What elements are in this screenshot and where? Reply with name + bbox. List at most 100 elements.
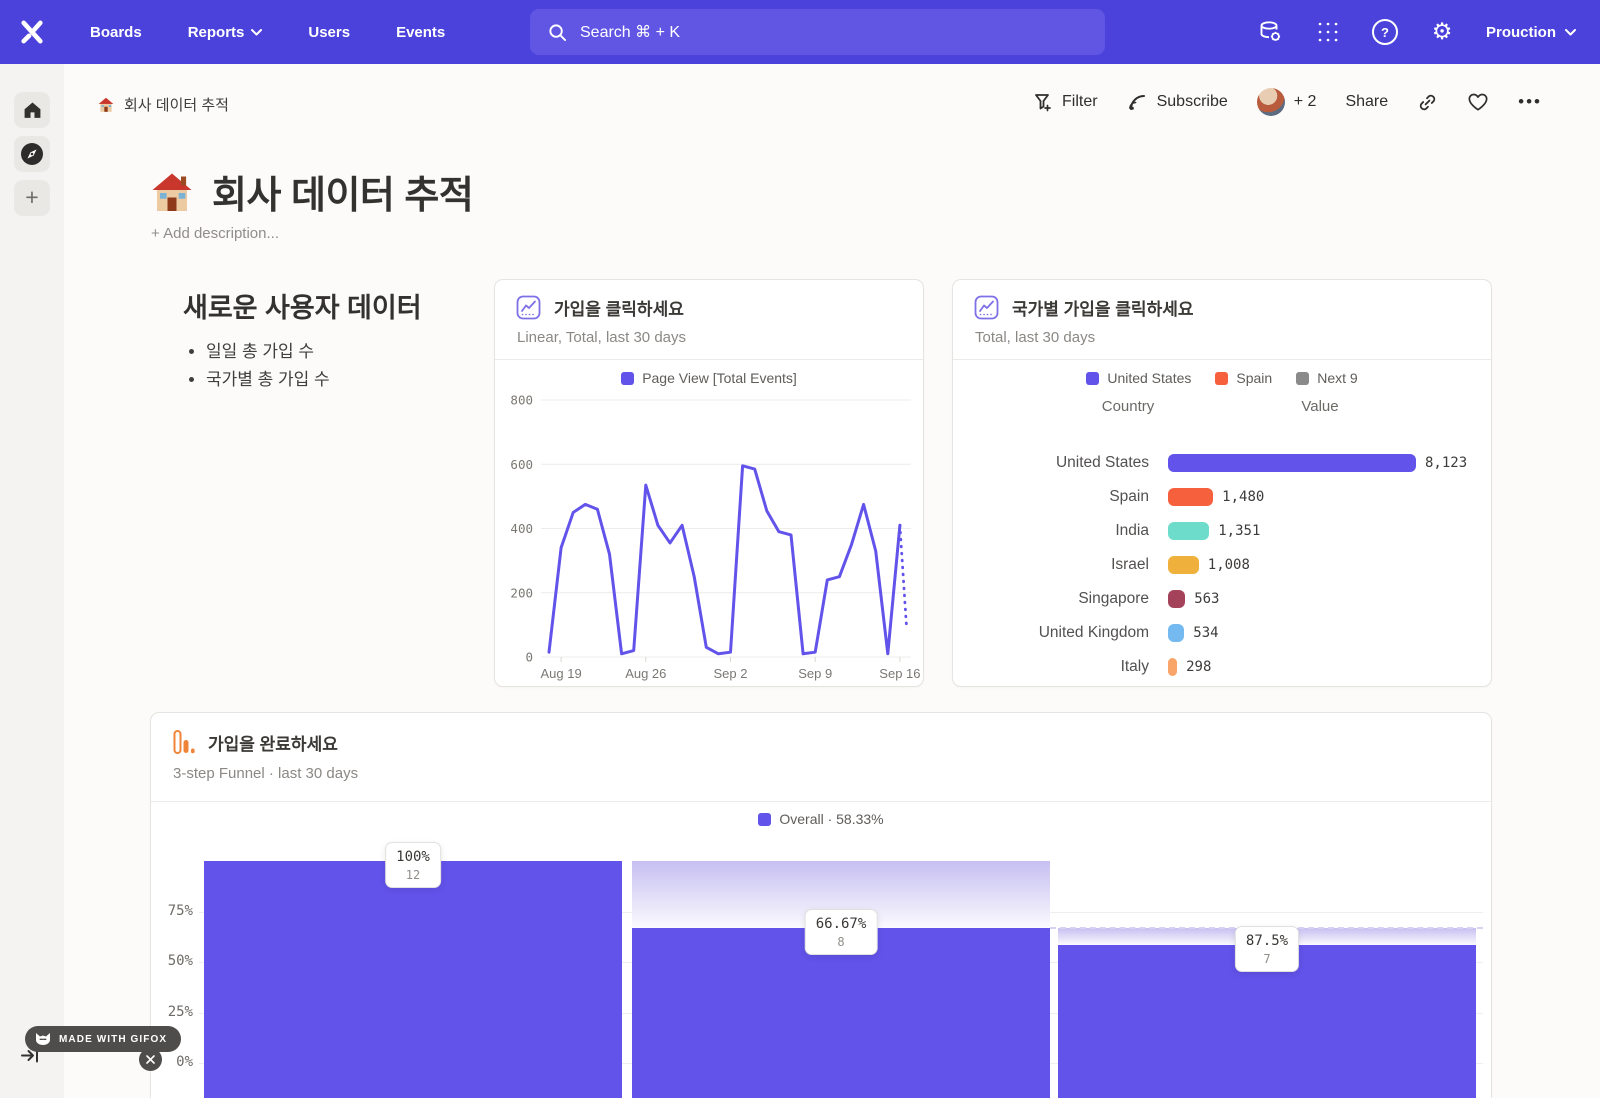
page-title[interactable]: 회사 데이터 추적 xyxy=(212,164,473,219)
text-card-heading: 새로운 사용자 데이터 xyxy=(183,286,422,325)
collaborators[interactable]: + 2 xyxy=(1257,88,1317,116)
copy-link-button[interactable] xyxy=(1417,92,1438,113)
help-icon[interactable]: ? xyxy=(1372,19,1398,45)
nav-item-users[interactable]: Users xyxy=(308,24,350,41)
country-label: Israel xyxy=(953,556,1168,574)
share-label: Share xyxy=(1345,93,1388,111)
funnel-plot[interactable]: 0%25%50%75%100%1266.67%887.5%7 xyxy=(151,833,1491,1098)
value-bar[interactable] xyxy=(1168,590,1185,608)
subscribe-label: Subscribe xyxy=(1157,93,1228,111)
card-header: 가입을 클릭하세요 xyxy=(516,295,684,320)
settings-gear-icon[interactable]: ⚙ xyxy=(1429,19,1455,45)
table-row[interactable]: Singapore 563 xyxy=(953,582,1491,616)
table-row[interactable]: Spain1,480 xyxy=(953,480,1491,514)
funnel-chart-card[interactable]: 가입을 완료하세요 3-step Funnel · last 30 days O… xyxy=(150,712,1492,1098)
bullet-item: 일일 총 가입 수 xyxy=(206,338,330,366)
search-input[interactable]: Search ⌘ + K xyxy=(530,9,1105,55)
gifox-badge[interactable]: MADE WITH GIFOX xyxy=(25,1026,181,1052)
add-description-button[interactable]: + Add description... xyxy=(151,225,279,242)
filter-button[interactable]: Filter xyxy=(1033,92,1098,112)
favorite-button[interactable] xyxy=(1467,92,1489,112)
sidebar-add-button[interactable]: + xyxy=(14,180,50,216)
country-label: Italy xyxy=(953,658,1168,676)
divider xyxy=(495,359,923,360)
legend-label: Spain xyxy=(1236,370,1272,386)
nav-item-boards[interactable]: Boards xyxy=(90,24,142,41)
heart-icon xyxy=(1467,92,1489,112)
legend-item[interactable]: Overall · 58.33% xyxy=(758,811,883,827)
legend-swatch xyxy=(1296,372,1309,385)
divider xyxy=(151,801,1491,802)
project-switcher[interactable]: Prouction xyxy=(1486,24,1576,41)
card-title: 가입을 완료하세요 xyxy=(208,730,338,755)
close-icon xyxy=(146,1055,155,1064)
value-bar[interactable] xyxy=(1168,556,1199,574)
page-title-row: 회사 데이터 추적 xyxy=(148,164,473,219)
legend-swatch xyxy=(758,813,771,826)
breadcrumb[interactable]: 회사 데이터 추적 xyxy=(97,94,229,115)
line-chart-plot[interactable]: 0200400600800Aug 19Aug 26Sep 2Sep 9Sep 1… xyxy=(495,380,923,686)
left-sidebar: + xyxy=(0,64,64,1098)
y-axis-label: 800 xyxy=(510,393,533,408)
data-management-icon[interactable] xyxy=(1258,19,1284,45)
funnel-count: 7 xyxy=(1246,952,1288,966)
value-bar[interactable] xyxy=(1168,454,1416,472)
column-header-country: Country xyxy=(1053,398,1203,415)
apps-grid-icon[interactable] xyxy=(1315,19,1341,45)
search-icon xyxy=(548,23,567,42)
filter-funnel-icon xyxy=(1033,92,1053,112)
table-row[interactable]: Italy298 xyxy=(953,650,1491,684)
country-label: United States xyxy=(953,454,1168,472)
value-bar[interactable] xyxy=(1168,658,1177,676)
value-bar[interactable] xyxy=(1168,624,1184,642)
chevron-down-icon xyxy=(251,29,262,36)
nav-item-events[interactable]: Events xyxy=(396,24,445,41)
country-label: Singapore xyxy=(953,590,1168,608)
table-row[interactable]: United Kingdom534 xyxy=(953,616,1491,650)
value-text: 8,123 xyxy=(1425,455,1467,471)
table-row[interactable]: United States 8,123 xyxy=(953,446,1491,480)
legend-swatch xyxy=(1086,372,1099,385)
line-chart-card[interactable]: 가입을 클릭하세요 Linear, Total, last 30 days Pa… xyxy=(494,279,924,687)
bullet-item: 국가별 총 가입 수 xyxy=(206,366,330,394)
bar-chart-card[interactable]: 국가별 가입을 클릭하세요 Total, last 30 days United… xyxy=(952,279,1492,687)
subscribe-button[interactable]: Subscribe xyxy=(1127,92,1228,113)
line-series[interactable] xyxy=(549,466,900,654)
divider xyxy=(953,359,1491,360)
legend-item[interactable]: Next 9 xyxy=(1296,370,1357,386)
value-bar[interactable] xyxy=(1168,488,1213,506)
funnel-bar[interactable] xyxy=(204,861,622,1098)
incomplete-period-dotted-line xyxy=(900,525,907,625)
legend-item[interactable]: Spain xyxy=(1215,370,1272,386)
nav-label: Events xyxy=(396,24,445,41)
mixpanel-logo-icon xyxy=(17,17,47,47)
country-label: United Kingdom xyxy=(953,624,1168,642)
value-bar[interactable] xyxy=(1168,522,1209,540)
legend-item[interactable]: United States xyxy=(1086,370,1191,386)
collaborators-count: + 2 xyxy=(1294,93,1317,111)
more-options-button[interactable]: ••• xyxy=(1518,92,1542,112)
gear-glyph: ⚙ xyxy=(1432,21,1453,44)
table-row[interactable]: India1,351 xyxy=(953,514,1491,548)
card-subtitle: Linear, Total, last 30 days xyxy=(517,329,686,346)
funnel-count: 12 xyxy=(396,868,430,882)
y-axis-label: 600 xyxy=(510,457,533,472)
nav-label: Boards xyxy=(90,24,142,41)
country-label: Spain xyxy=(953,488,1168,506)
table-row[interactable]: Israel1,008 xyxy=(953,548,1491,582)
legend-label: Next 9 xyxy=(1317,370,1357,386)
bar-legend: United States Spain Next 9 xyxy=(953,370,1491,386)
share-button[interactable]: Share xyxy=(1345,93,1388,111)
nav-item-reports[interactable]: Reports xyxy=(188,24,263,41)
card-header: 가입을 완료하세요 xyxy=(173,729,338,756)
board-actions: Filter Subscribe + 2 Share xyxy=(1033,88,1542,116)
country-label: India xyxy=(953,522,1168,540)
mixpanel-logo[interactable] xyxy=(0,17,64,47)
sidebar-home-button[interactable] xyxy=(14,92,50,128)
value-text: 563 xyxy=(1194,591,1219,607)
house-emoji-icon xyxy=(97,96,115,113)
gifox-close-button[interactable] xyxy=(139,1048,162,1071)
card-title: 가입을 클릭하세요 xyxy=(554,295,684,320)
sidebar-explore-button[interactable] xyxy=(14,136,50,172)
legend-label: United States xyxy=(1107,370,1191,386)
